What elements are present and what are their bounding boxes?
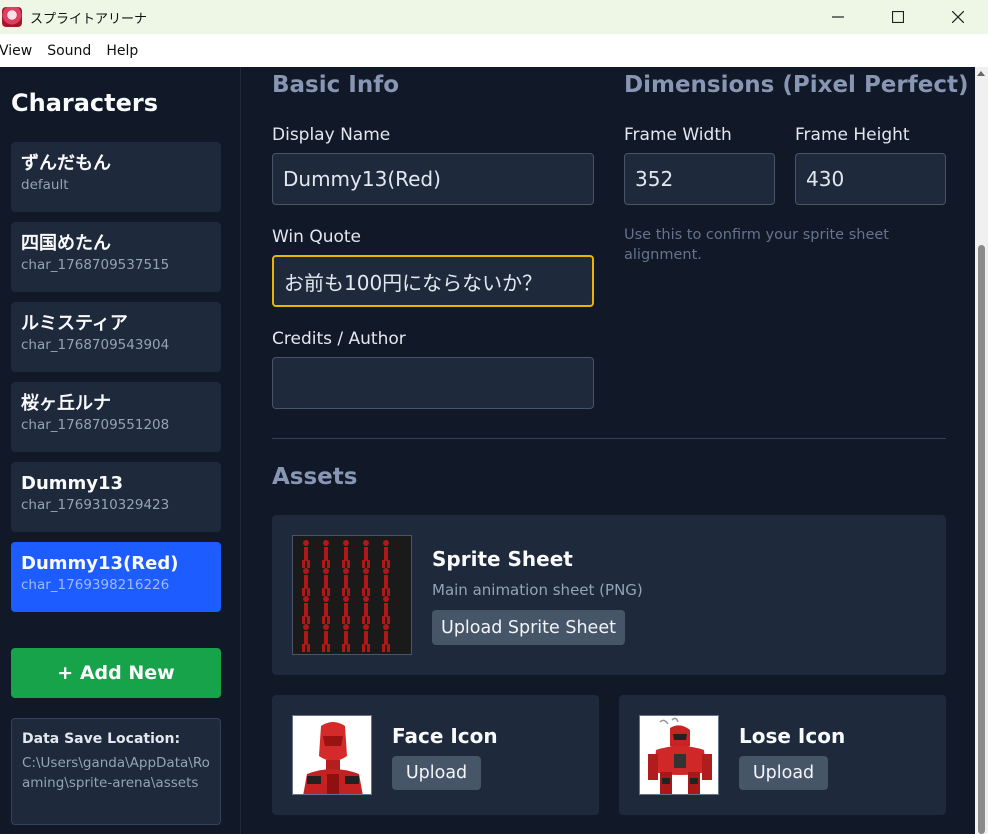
scroll-thumb[interactable] [978,245,985,834]
basic-info-title: Basic Info [272,72,400,98]
window-title: スプライトアリーナ [30,11,148,27]
win-quote-label: Win Quote [272,227,362,247]
character-card[interactable]: 四国めたん char_1768709537515 [11,222,221,292]
sprite-grid-image [302,540,390,652]
save-location-box: Data Save Location: C:\Users\ganda\AppDa… [11,718,221,825]
sprite-sheet-subtitle: Main animation sheet (PNG) [432,581,643,599]
face-icon-title: Face Icon [392,724,498,748]
character-id: char_1769310329423 [21,497,170,513]
character-name: ルミスティア [21,313,128,334]
scroll-up-arrow-icon[interactable] [977,71,985,76]
sprite-sheet-preview [292,535,412,655]
face-icon-card: Face Icon Upload [272,695,599,815]
credits-label: Credits / Author [272,329,406,349]
minimize-button[interactable] [808,0,868,34]
section-divider [272,438,946,439]
sidebar-heading: Characters [11,89,159,117]
win-quote-input[interactable] [272,255,594,307]
frame-height-input[interactable] [795,153,946,205]
dimensions-title: Dimensions (Pixel Perfect) [624,72,969,98]
character-card-active[interactable]: Dummy13(Red) char_1769398216226 [11,542,221,612]
character-name: 四国めたん [21,233,111,254]
menu-view[interactable]: View [0,43,32,59]
window-controls [808,0,988,34]
sidebar: Characters ずんだもん default 四国めたん char_1768… [0,67,241,834]
add-new-button[interactable]: + Add New [11,648,221,698]
character-name: ずんだもん [21,153,111,174]
menu-bar: View Sound Help [0,34,988,67]
close-icon [952,11,964,23]
character-card[interactable]: ずんだもん default [11,142,221,212]
editor-panel: Basic Info Dimensions (Pixel Perfect) Di… [242,67,975,834]
character-name: Dummy13(Red) [21,553,179,574]
save-location-label: Data Save Location: [22,731,181,747]
character-id: char_1769398216226 [21,577,170,593]
frame-width-label: Frame Width [624,125,732,145]
display-name-input[interactable] [272,153,594,205]
title-bar: スプライトアリーナ [0,0,988,34]
maximize-icon [892,11,904,23]
assets-title: Assets [272,464,358,490]
lose-icon-title: Lose Icon [739,724,846,748]
character-id: char_1768709551208 [21,417,170,433]
face-icon-upload-button[interactable]: Upload [392,756,481,790]
close-button[interactable] [928,0,988,34]
character-card[interactable]: ルミスティア char_1768709543904 [11,302,221,372]
character-name: Dummy13 [21,473,124,494]
upload-sprite-sheet-button[interactable]: Upload Sprite Sheet [432,610,625,645]
menu-help[interactable]: Help [106,43,138,59]
frame-height-label: Frame Height [795,125,910,145]
character-name: 桜ヶ丘ルナ [21,393,111,414]
character-id: char_1768709537515 [21,257,170,273]
lose-icon-card: Lose Icon Upload [619,695,946,815]
maximize-button[interactable] [868,0,928,34]
character-card[interactable]: 桜ヶ丘ルナ char_1768709551208 [11,382,221,452]
save-location-path: C:\Users\ganda\AppData\Roaming\sprite-ar… [22,755,210,791]
lose-icon-preview [639,715,719,795]
minimize-icon [832,16,844,18]
red-robot-face-image [303,722,363,794]
menu-sound[interactable]: Sound [47,43,91,59]
character-id: default [21,177,69,193]
character-id: char_1768709543904 [21,337,170,353]
face-icon-preview [292,715,372,795]
credits-input[interactable] [272,357,594,409]
app-icon [2,7,22,27]
character-card[interactable]: Dummy13 char_1769310329423 [11,462,221,532]
frame-width-input[interactable] [624,153,775,205]
sprite-sheet-card: Sprite Sheet Main animation sheet (PNG) … [272,515,946,675]
dimensions-hint: Use this to confirm your sprite sheet al… [624,227,889,263]
sprite-sheet-title: Sprite Sheet [432,547,573,571]
lose-icon-upload-button[interactable]: Upload [739,756,828,790]
display-name-label: Display Name [272,125,391,145]
main-scrollbar[interactable] [975,67,988,834]
damaged-robot-image [648,717,712,794]
